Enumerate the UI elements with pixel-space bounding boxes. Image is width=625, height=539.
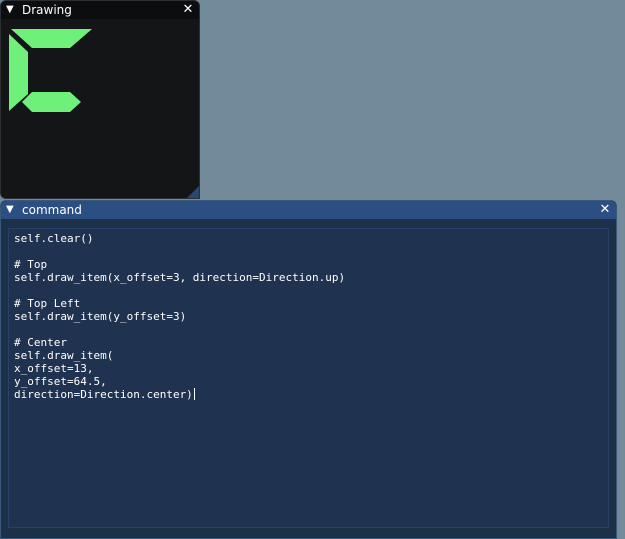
command-text-editor[interactable]: self.clear() # Top self.draw_item(x_offs… — [8, 228, 609, 528]
code-line: # Center — [14, 336, 67, 349]
code-line: self.draw_item(x_offset=3, direction=Dir… — [14, 271, 346, 284]
code-line-text: direction=Direction.center) — [14, 388, 193, 401]
close-icon[interactable]: ✕ — [596, 201, 614, 219]
drawing-window-title: Drawing — [22, 3, 72, 17]
code-line-last: direction=Direction.center) — [14, 388, 603, 401]
code-line: self.clear() — [14, 232, 94, 245]
code-line: y_offset=64.5, — [14, 375, 107, 388]
drawing-canvas[interactable] — [1, 19, 199, 197]
command-window: ▼ command ✕ self.clear() # Top self.draw… — [0, 200, 617, 539]
center-segment — [22, 92, 81, 112]
text-caret — [193, 388, 195, 400]
code-line: x_offset=13, — [14, 362, 94, 375]
drawing-titlebar[interactable]: ▼ Drawing ✕ — [1, 1, 199, 19]
code-line: # Top Left — [14, 297, 81, 310]
command-window-title: command — [22, 203, 82, 217]
code-line: self.draw_item(y_offset=3) — [14, 310, 187, 323]
top-segment — [11, 29, 92, 48]
code-line: self.draw_item( — [14, 349, 114, 362]
command-titlebar[interactable]: ▼ command ✕ — [1, 201, 616, 219]
resize-grip[interactable] — [187, 186, 199, 198]
drawing-window: ▼ Drawing ✕ — [0, 0, 200, 199]
close-icon[interactable]: ✕ — [179, 1, 197, 19]
collapse-triangle-icon[interactable]: ▼ — [6, 201, 20, 219]
collapse-triangle-icon[interactable]: ▼ — [6, 1, 20, 19]
code-line: # Top — [14, 258, 48, 271]
